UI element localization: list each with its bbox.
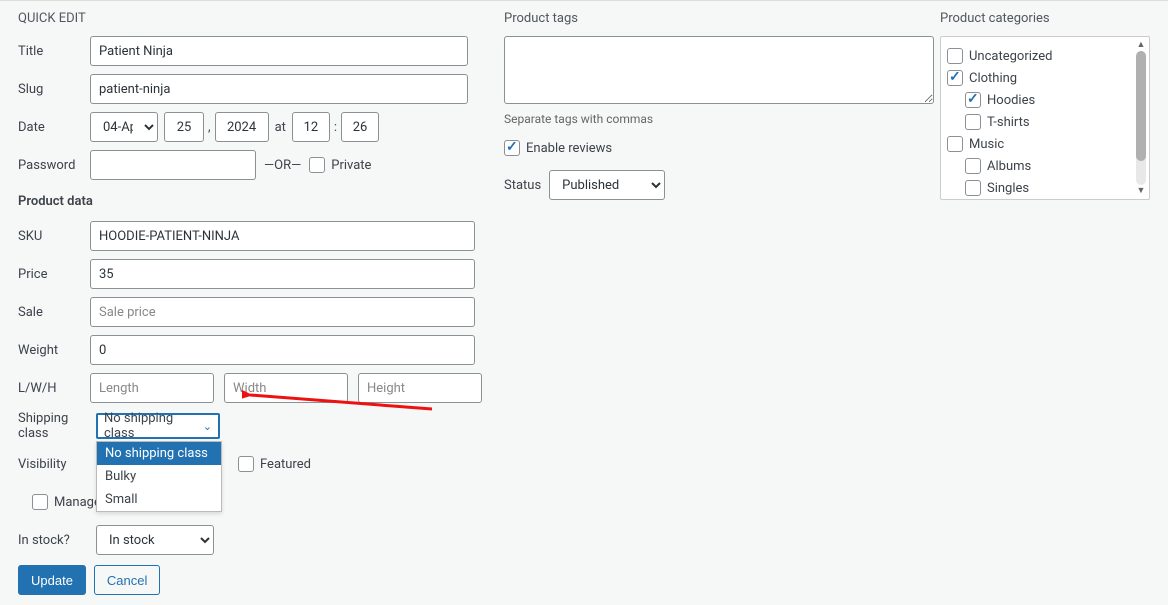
sale-label: Sale xyxy=(18,305,90,320)
category-item: Uncategorized xyxy=(947,45,1143,67)
date-label: Date xyxy=(18,120,90,135)
category-label: Clothing xyxy=(969,71,1017,86)
lwh-label: L/W/H xyxy=(18,381,90,396)
password-label: Password xyxy=(18,158,90,173)
category-item: Hoodies xyxy=(947,89,1143,111)
price-input[interactable] xyxy=(90,259,475,289)
private-label: Private xyxy=(331,158,371,173)
category-checkbox[interactable] xyxy=(947,136,963,152)
category-checkbox[interactable] xyxy=(947,48,963,64)
category-checkbox[interactable] xyxy=(947,70,963,86)
categories-box: Uncategorized Clothing Hoodies T-shirts Musi… xyxy=(940,36,1150,200)
title-label: Title xyxy=(18,44,90,59)
date-minute-input[interactable] xyxy=(341,112,379,142)
category-label: Music xyxy=(969,137,1004,152)
enable-reviews-checkbox[interactable] xyxy=(504,140,520,156)
shipping-class-label: Shipping class xyxy=(18,411,96,441)
shipping-option-none[interactable]: No shipping class xyxy=(97,442,221,465)
shipping-option-bulky[interactable]: Bulky xyxy=(97,465,221,488)
category-label: Albums xyxy=(987,159,1031,174)
date-month-select[interactable]: 04-Apr xyxy=(90,112,158,142)
shipping-option-small[interactable]: Small xyxy=(97,488,221,511)
length-input[interactable] xyxy=(90,373,214,403)
height-input[interactable] xyxy=(358,373,482,403)
product-tags-textarea[interactable] xyxy=(504,36,934,104)
visibility-label: Visibility xyxy=(18,457,96,472)
product-categories-label: Product categories xyxy=(940,11,1158,26)
title-input[interactable] xyxy=(90,36,468,66)
width-input[interactable] xyxy=(224,373,348,403)
cancel-button[interactable]: Cancel xyxy=(94,565,160,595)
password-or-label: —OR— xyxy=(264,158,301,173)
categories-scrollbar[interactable]: ▲ ▼ xyxy=(1133,39,1149,197)
date-hour-input[interactable] xyxy=(292,112,330,142)
quick-edit-heading: QUICK EDIT xyxy=(18,11,490,26)
category-label: T-shirts xyxy=(987,115,1030,130)
private-checkbox[interactable] xyxy=(309,157,325,173)
sale-input[interactable] xyxy=(90,297,475,327)
product-tags-label: Product tags xyxy=(504,11,940,26)
product-data-heading: Product data xyxy=(18,194,490,209)
category-checkbox[interactable] xyxy=(965,180,981,196)
category-checkbox[interactable] xyxy=(965,114,981,130)
scroll-up-icon[interactable]: ▲ xyxy=(1137,39,1146,51)
category-label: Uncategorized xyxy=(969,49,1052,64)
category-item: Albums xyxy=(947,155,1143,177)
update-button[interactable]: Update xyxy=(18,565,86,595)
date-colon: : xyxy=(334,120,337,135)
date-comma: , xyxy=(208,120,211,135)
weight-input[interactable] xyxy=(90,335,475,365)
sku-input[interactable] xyxy=(90,221,475,251)
category-item: T-shirts xyxy=(947,111,1143,133)
category-item: Clothing xyxy=(947,67,1143,89)
in-stock-label: In stock? xyxy=(18,533,96,548)
status-select[interactable]: Published xyxy=(549,170,665,200)
slug-input[interactable] xyxy=(90,74,468,104)
product-tags-hint: Separate tags with commas xyxy=(504,112,940,126)
shipping-class-selected: No shipping class xyxy=(104,411,203,441)
featured-label: Featured xyxy=(260,457,311,472)
chevron-down-icon: ⌄ xyxy=(203,420,212,433)
enable-reviews-label: Enable reviews xyxy=(526,141,612,156)
date-day-input[interactable] xyxy=(164,112,204,142)
sku-label: SKU xyxy=(18,229,90,244)
status-label: Status xyxy=(504,178,541,193)
shipping-class-select[interactable]: No shipping class ⌄ No shipping class Bu… xyxy=(96,413,220,439)
category-item: Music xyxy=(947,133,1143,155)
category-checkbox[interactable] xyxy=(965,92,981,108)
category-label: Hoodies xyxy=(987,93,1035,108)
in-stock-select[interactable]: In stock xyxy=(96,525,214,555)
category-label: Singles xyxy=(987,181,1029,196)
slug-label: Slug xyxy=(18,82,90,97)
category-checkbox[interactable] xyxy=(965,158,981,174)
manage-stock-checkbox[interactable] xyxy=(32,494,48,510)
shipping-class-dropdown: No shipping class Bulky Small xyxy=(96,441,222,512)
weight-label: Weight xyxy=(18,343,90,358)
password-input[interactable] xyxy=(90,150,256,180)
category-item: Singles xyxy=(947,177,1143,199)
date-year-input[interactable] xyxy=(215,112,269,142)
scroll-down-icon[interactable]: ▼ xyxy=(1137,185,1146,197)
date-at-label: at xyxy=(275,120,286,135)
featured-checkbox[interactable] xyxy=(238,456,254,472)
price-label: Price xyxy=(18,267,90,282)
